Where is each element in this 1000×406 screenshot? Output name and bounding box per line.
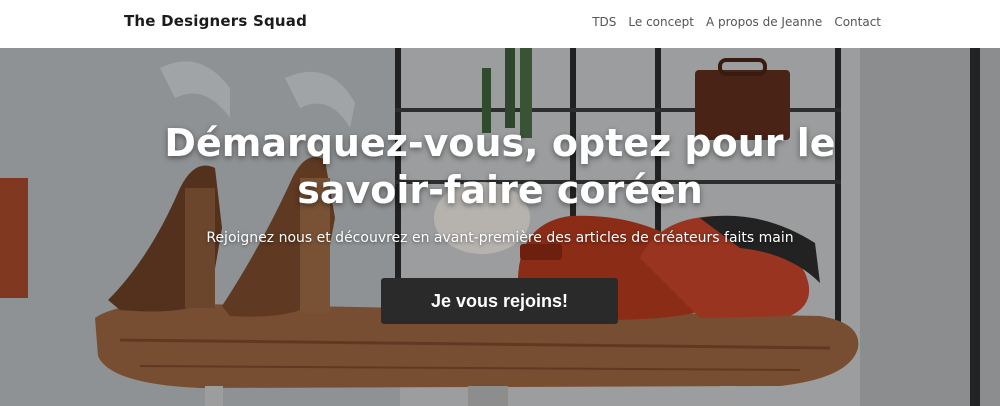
nav-link-contact[interactable]: Contact bbox=[834, 15, 881, 29]
hero-section: Démarquez-vous, optez pour le savoir-fai… bbox=[0, 48, 1000, 406]
nav-link-tds[interactable]: TDS bbox=[592, 15, 616, 29]
brand-logo-text[interactable]: The Designers Squad bbox=[124, 12, 307, 30]
hero-subtitle: Rejoignez nous et découvrez en avant-pre… bbox=[206, 230, 794, 246]
nav-link-a-propos[interactable]: A propos de Jeanne bbox=[706, 15, 822, 29]
join-button[interactable]: Je vous rejoins! bbox=[381, 278, 618, 324]
main-nav: TDS Le concept A propos de Jeanne Contac… bbox=[592, 15, 881, 29]
hero-headline-line-2: savoir-faire coréen bbox=[297, 168, 703, 212]
hero-headline-line-1: Démarquez-vous, optez pour le bbox=[164, 121, 836, 165]
top-header: The Designers Squad TDS Le concept A pro… bbox=[0, 0, 1000, 48]
hero-dim-overlay bbox=[0, 48, 1000, 406]
nav-link-le-concept[interactable]: Le concept bbox=[628, 15, 694, 29]
hero-headline: Démarquez-vous, optez pour le savoir-fai… bbox=[100, 120, 900, 214]
